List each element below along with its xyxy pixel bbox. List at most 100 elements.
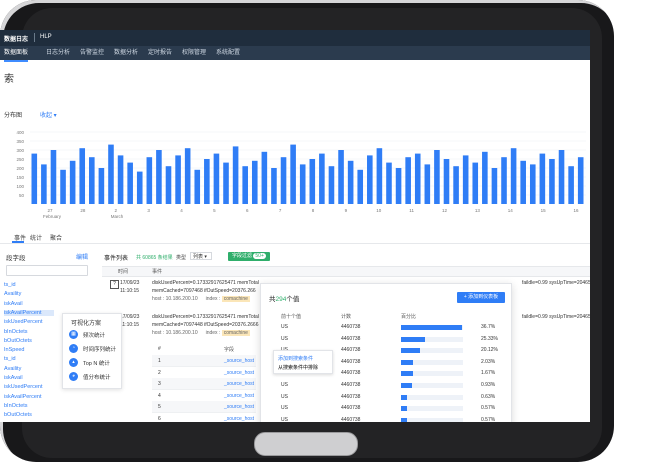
nav-item-alerts[interactable]: 告警监控 (80, 46, 104, 60)
bar[interactable] (146, 157, 153, 204)
field-table-name[interactable]: _source_host (224, 370, 254, 376)
bar[interactable] (414, 153, 421, 204)
bar[interactable] (510, 148, 517, 204)
bar[interactable] (290, 144, 296, 204)
bar[interactable] (204, 159, 210, 204)
field-item[interactable]: bOutOctets (4, 412, 32, 418)
field-item[interactable]: iskAvailPercent (4, 394, 42, 400)
field-table-row[interactable]: 4 _source_host (152, 390, 256, 402)
bar[interactable] (251, 160, 258, 204)
field-item[interactable]: bInOctets (4, 403, 28, 409)
field-item[interactable]: Availity (4, 366, 21, 372)
value-row[interactable]: US 4460738 0.57% (261, 403, 511, 414)
bar[interactable] (41, 164, 47, 204)
field-table-name[interactable]: _source_host (224, 358, 254, 364)
bar[interactable] (232, 146, 239, 204)
field-item[interactable]: bOutOctets (4, 338, 32, 344)
bar[interactable] (376, 148, 383, 204)
field-item[interactable]: bInOctets (4, 329, 28, 335)
bar[interactable] (280, 157, 287, 204)
field-table-name[interactable]: _source_host (224, 393, 254, 399)
field-table-row[interactable]: 6 _source_host (152, 413, 256, 423)
bar[interactable] (194, 169, 201, 204)
field-table-name[interactable]: _source_host (224, 381, 254, 387)
bar[interactable] (386, 162, 392, 204)
bar[interactable] (472, 162, 479, 204)
home-button[interactable] (254, 432, 358, 456)
bar[interactable] (69, 160, 76, 204)
bar[interactable] (520, 160, 526, 204)
field-item[interactable]: iskAvail (4, 301, 23, 307)
bar[interactable] (568, 166, 574, 204)
field-item[interactable]: Availity (4, 291, 21, 297)
bar[interactable] (223, 162, 229, 204)
bar[interactable] (127, 162, 133, 204)
bar[interactable] (347, 160, 354, 204)
field-table-name[interactable]: _source_host (224, 404, 254, 410)
bar[interactable] (434, 150, 440, 204)
field-table-row[interactable]: 5 _source_host (152, 401, 256, 413)
value-row[interactable]: US 4460738 25.33% (261, 334, 511, 345)
bar[interactable] (299, 164, 306, 204)
field-item[interactable]: iskUsedPercent (4, 319, 43, 325)
bar[interactable] (136, 171, 143, 204)
tab-aggregate[interactable]: 聚合 (50, 233, 62, 242)
bar[interactable] (165, 166, 172, 204)
field-item[interactable]: iskAvail (4, 375, 23, 381)
field-item[interactable]: InSpeed (4, 347, 25, 353)
bar[interactable] (50, 150, 57, 204)
event-index-value[interactable]: comachine (221, 296, 250, 302)
bar[interactable] (501, 157, 507, 204)
type-select[interactable]: 列表 ▾ (190, 252, 212, 260)
bar[interactable] (319, 153, 325, 204)
bar[interactable] (367, 155, 373, 204)
bar[interactable] (405, 157, 411, 204)
bar[interactable] (482, 151, 488, 204)
bar[interactable] (328, 166, 335, 204)
bar[interactable] (491, 168, 498, 204)
field-search-input[interactable] (6, 265, 88, 276)
nav-item-data-analysis[interactable]: 数据分析 (114, 46, 138, 60)
value-row[interactable]: US 4460738 0.93% (261, 380, 511, 391)
bar[interactable] (156, 150, 162, 204)
nav-item-log-analysis[interactable]: 日志分析 (46, 46, 70, 60)
field-table-row[interactable]: 2 _source_host (152, 367, 256, 379)
bar[interactable] (309, 159, 316, 204)
bar[interactable] (60, 169, 66, 204)
expand-icon[interactable]: ? (110, 280, 119, 289)
event-index-value[interactable]: comachine (221, 330, 250, 336)
add-to-dashboard-button[interactable]: + 添加到仪表板 (457, 292, 505, 303)
field-item[interactable]: ts_id (4, 356, 16, 362)
bar[interactable] (549, 159, 555, 204)
nav-item-settings[interactable]: 系统配置 (216, 46, 240, 60)
menu-item-exclude-filter[interactable]: 从搜索条件中排除 (278, 364, 318, 371)
bar[interactable] (175, 155, 181, 204)
field-item[interactable]: iskAvailPercent (4, 309, 54, 316)
tab-stats[interactable]: 统计 (30, 233, 42, 242)
field-filter-button[interactable]: 字段过滤 50+ (228, 252, 270, 261)
nav-item-permissions[interactable]: 权限管理 (182, 46, 206, 60)
edit-fields-link[interactable]: 编辑 (76, 252, 88, 261)
bar[interactable] (108, 144, 114, 204)
field-item[interactable]: iskUsedPercent (4, 384, 43, 390)
bar[interactable] (261, 151, 268, 204)
bar[interactable] (213, 153, 220, 204)
field-item[interactable]: ts_id (4, 282, 16, 288)
field-table-row[interactable]: 1 _source_host (152, 355, 256, 367)
bar[interactable] (462, 155, 469, 204)
nav-item-reports[interactable]: 定时报告 (148, 46, 172, 60)
bar[interactable] (424, 164, 431, 204)
bar[interactable] (242, 166, 248, 204)
value-row[interactable]: US 4460738 36.7% (261, 322, 511, 333)
bar[interactable] (98, 168, 105, 204)
bar[interactable] (357, 169, 364, 204)
bar[interactable] (539, 153, 546, 204)
bar[interactable] (79, 148, 86, 204)
field-table-row[interactable]: 3 _source_host (152, 378, 256, 390)
bar[interactable] (395, 168, 402, 204)
bar[interactable] (89, 157, 95, 204)
field-item[interactable]: InSpeed (4, 422, 25, 423)
bar[interactable] (443, 159, 450, 204)
distribution-toggle[interactable]: 收起 ▾ (40, 110, 57, 119)
app-logo[interactable]: 数据日志 (4, 34, 28, 43)
